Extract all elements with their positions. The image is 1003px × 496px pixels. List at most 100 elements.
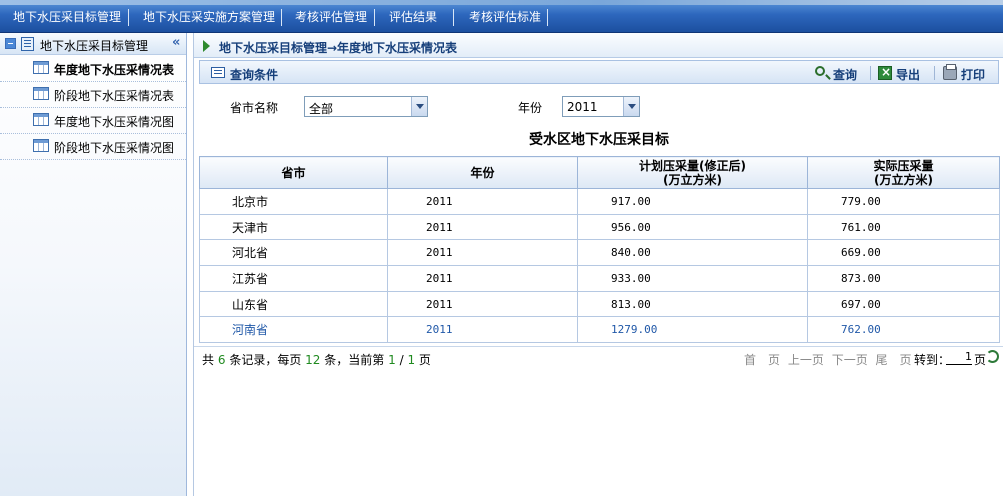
cell-actual: 761.00 — [807, 213, 1000, 241]
cell-province: 江苏省 — [199, 265, 388, 292]
nav-separator — [453, 9, 454, 26]
nav-separator — [128, 9, 129, 26]
export-button-label: 导出 — [896, 68, 921, 82]
nav-separator — [374, 9, 375, 26]
table-row[interactable]: 江苏省 2011 933.00 873.00 — [199, 265, 1000, 292]
data-table: 省市 年份 计划压采量(修正后) (万立方米) 实际压采量 (万立方米) 北京市 2… — [199, 156, 1000, 344]
cell-province: 河北省 — [199, 239, 388, 267]
collapse-tree-icon[interactable] — [5, 38, 16, 49]
chevron-down-icon[interactable] — [411, 97, 427, 116]
cell-province: 河南省 — [199, 316, 388, 344]
province-select[interactable]: 全部 — [304, 96, 428, 117]
column-header-province[interactable]: 省市 — [199, 156, 388, 189]
sidebar-divider — [0, 81, 186, 82]
cell-year: 2011 — [387, 188, 578, 215]
cell-year: 2011 — [387, 316, 578, 344]
column-header-planned[interactable]: 计划压采量(修正后) (万立方米) — [577, 156, 808, 189]
search-button-label: 查询 — [833, 68, 858, 82]
total-count: 6 — [217, 353, 226, 367]
cell-province: 北京市 — [199, 188, 388, 215]
chevron-down-icon[interactable] — [623, 97, 639, 116]
nav-item-implementation-plan[interactable]: 地下水压采实施方案管理 — [143, 10, 275, 24]
sidebar-item-label: 阶段地下水压采情况表 — [54, 89, 175, 103]
page-navigation: 首 页 上一页 下一页 尾 页 — [744, 351, 916, 368]
cell-year: 2011 — [387, 290, 578, 318]
year-select[interactable]: 2011 — [562, 96, 640, 117]
first-page-link[interactable]: 首 页 — [744, 353, 780, 367]
excel-export-icon — [878, 65, 892, 80]
breadcrumb-text: 地下水压采目标管理→年度地下水压采情况表 — [219, 41, 458, 55]
main-content: 地下水压采目标管理→年度地下水压采情况表 查询条件 查询 导出 打印 省市名称 … — [193, 33, 1003, 496]
cell-actual: 697.00 — [807, 290, 1000, 318]
cell-planned: 956.00 — [577, 213, 808, 241]
table-row[interactable]: 山东省 2011 813.00 697.00 — [199, 290, 1000, 318]
sidebar-item-annual-chart[interactable]: 年度地下水压采情况图 — [30, 109, 186, 131]
nav-item-target-management[interactable]: 地下水压采目标管理 — [13, 10, 121, 24]
record-summary: 共 6 条记录，每页 12 条，当前第 1 / 1 页 — [202, 353, 431, 367]
cell-year: 2011 — [387, 265, 578, 292]
table-row-highlighted[interactable]: 河南省 2011 1279.00 762.00 — [199, 316, 1000, 344]
table-icon — [33, 139, 49, 152]
year-select-value: 2011 — [567, 100, 598, 114]
list-icon — [211, 67, 225, 78]
table-row[interactable]: 天津市 2011 956.00 761.00 — [199, 213, 1000, 241]
goto-suffix: 页 — [974, 353, 987, 367]
goto-label: 转到： — [914, 353, 951, 367]
table-icon — [33, 61, 49, 74]
sidebar-item-label: 年度地下水压采情况图 — [54, 115, 175, 129]
printer-icon — [943, 64, 957, 80]
print-button-label: 打印 — [961, 68, 986, 82]
module-book-icon — [21, 37, 34, 51]
nav-item-assessment-standards[interactable]: 考核评估标准 — [469, 10, 541, 24]
query-toolbar: 查询条件 查询 导出 打印 — [199, 60, 999, 84]
sidebar-item-annual-table[interactable]: 年度地下水压采情况表 — [30, 57, 186, 79]
cell-province: 天津市 — [199, 213, 388, 241]
search-icon — [815, 66, 825, 76]
cell-actual: 762.00 — [807, 316, 1000, 344]
cell-planned: 933.00 — [577, 265, 808, 292]
table-row[interactable]: 北京市 2011 917.00 779.00 — [199, 188, 1000, 215]
column-header-actual[interactable]: 实际压采量 (万立方米) — [807, 156, 1000, 189]
prev-page-link[interactable]: 上一页 — [788, 353, 824, 367]
sidebar-item-stage-table[interactable]: 阶段地下水压采情况表 — [30, 83, 186, 105]
table-title: 受水区地下水压采目标 — [529, 132, 669, 148]
sidebar-divider — [0, 159, 186, 160]
cell-actual: 669.00 — [807, 239, 1000, 267]
column-header-year[interactable]: 年份 — [387, 156, 578, 189]
next-page-link[interactable]: 下一页 — [832, 353, 868, 367]
goto-page-input[interactable] — [946, 349, 972, 365]
cell-planned: 1279.00 — [577, 316, 808, 344]
toolbar-separator — [870, 66, 871, 80]
sidebar-divider — [0, 107, 186, 108]
cell-province: 山东省 — [199, 290, 388, 318]
sidebar-title: 地下水压采目标管理 — [40, 39, 149, 53]
top-navigation-bar: 地下水压采目标管理 地下水压采实施方案管理 考核评估管理 评估结果 考核评估标准 — [0, 0, 1003, 33]
cell-planned: 840.00 — [577, 239, 808, 267]
pagination-bar: 共 6 条记录，每页 12 条，当前第 1 / 1 页 首 页 上一页 下一页 … — [194, 346, 1003, 368]
sidebar-item-label: 阶段地下水压采情况图 — [54, 141, 175, 155]
query-title: 查询条件 — [230, 68, 279, 82]
total-pages: 1 — [407, 353, 416, 367]
top-banner-strip — [0, 0, 1003, 5]
nav-item-assessment-results[interactable]: 评估结果 — [389, 10, 437, 24]
table-icon — [33, 113, 49, 126]
table-row[interactable]: 河北省 2011 840.00 669.00 — [199, 239, 1000, 267]
play-arrow-icon — [203, 40, 210, 52]
sidebar-divider — [0, 133, 186, 134]
province-select-value: 全部 — [309, 102, 334, 116]
cell-actual: 779.00 — [807, 188, 1000, 215]
table-icon — [33, 87, 49, 100]
toolbar-separator — [934, 66, 935, 80]
cell-year: 2011 — [387, 239, 578, 267]
current-page: 1 — [388, 353, 396, 367]
collapse-sidebar-icon[interactable]: « — [172, 35, 180, 50]
last-page-link[interactable]: 尾 页 — [876, 353, 912, 367]
nav-item-assessment-management[interactable]: 考核评估管理 — [295, 10, 367, 24]
nav-separator — [547, 9, 548, 26]
per-page-count: 12 — [305, 353, 321, 367]
province-label: 省市名称 — [230, 101, 279, 115]
year-label: 年份 — [518, 101, 543, 115]
sidebar-item-stage-chart[interactable]: 阶段地下水压采情况图 — [30, 135, 186, 157]
nav-separator — [281, 9, 282, 26]
go-refresh-icon[interactable] — [986, 350, 999, 363]
